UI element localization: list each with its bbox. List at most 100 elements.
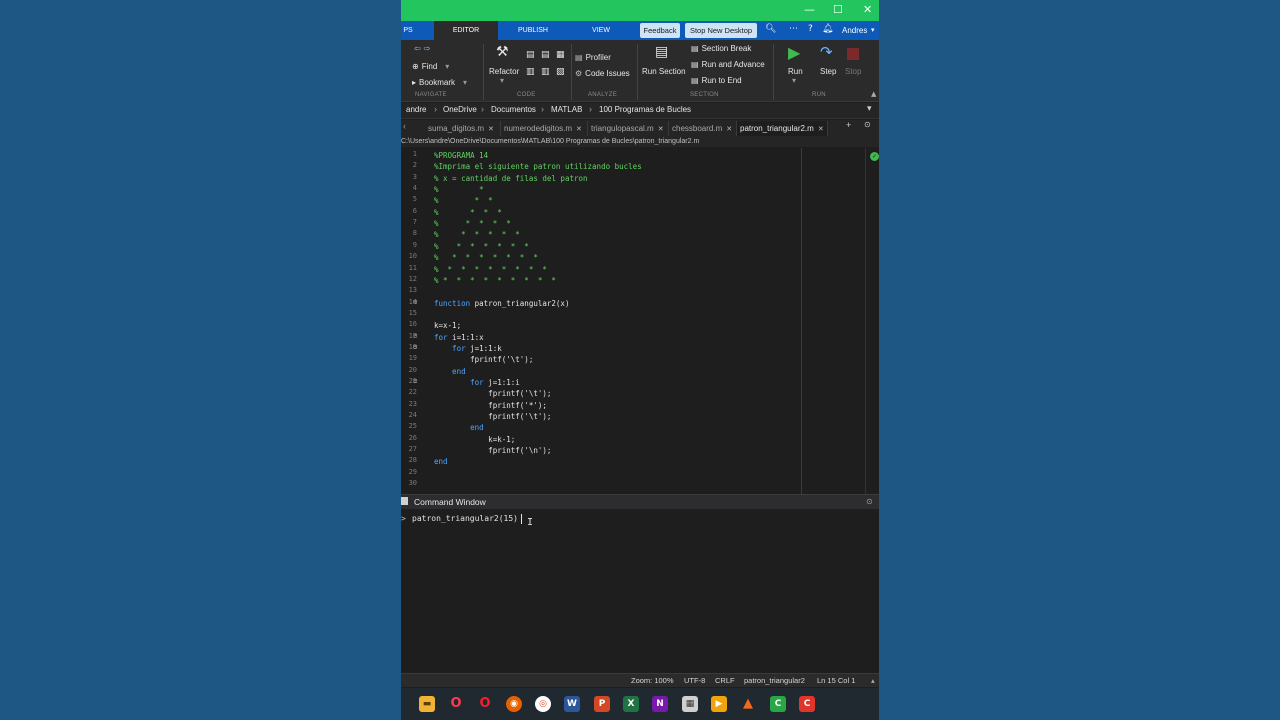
refactor-button[interactable]: Refactor: [489, 67, 519, 76]
more-options-icon[interactable]: ⋯: [789, 24, 798, 34]
stop-button[interactable]: Stop: [845, 67, 861, 76]
firefox-icon[interactable]: ◉: [506, 696, 522, 712]
status-options-icon[interactable]: ▴: [871, 676, 875, 685]
code-line[interactable]: %PROGRAMA 14: [434, 150, 488, 161]
command-window[interactable]: > patron_triangular2(15) I: [401, 510, 879, 673]
chevron-down-icon[interactable]: ▾: [871, 26, 875, 34]
close-icon[interactable]: ✕: [576, 125, 582, 133]
close-icon[interactable]: ✕: [658, 125, 664, 133]
code-line[interactable]: fprintf('\t');: [434, 388, 551, 399]
calculator-icon[interactable]: ▦: [682, 696, 698, 712]
fold-toggle-icon[interactable]: ⊟: [413, 377, 417, 385]
code-line[interactable]: % *: [434, 184, 484, 195]
indent-icon[interactable]: ▥: [526, 67, 535, 77]
find-button[interactable]: ⊕ Find ▾: [412, 62, 449, 71]
breadcrumb-onedrive[interactable]: OneDrive: [443, 105, 477, 114]
close-button[interactable]: ✕: [863, 3, 872, 16]
profiler-button[interactable]: ▤ Profiler: [575, 53, 611, 62]
code-line[interactable]: % * * * * * * *: [434, 252, 538, 263]
onenote-icon[interactable]: N: [652, 696, 668, 712]
file-tab[interactable]: suma_digitos.m ✕: [425, 121, 501, 136]
search-icon[interactable]: 🔍︎: [765, 24, 776, 34]
collapse-ribbon-icon[interactable]: ▲: [871, 90, 876, 98]
section-break-button[interactable]: ▤ Section Break: [691, 44, 751, 53]
vertical-scrollbar[interactable]: [865, 148, 866, 494]
code-editor[interactable]: 1 2 3 4 5 6 7 8 9 10 11 12 13 14 ⊟ 15 16 17 ⊟ 18 ⊟ 19 20 21 ⊟ 22 2…: [401, 148, 879, 494]
back-forward-arrows[interactable]: ⇦ ⇨: [414, 44, 433, 53]
run-to-end-button[interactable]: ▤ Run to End: [691, 76, 742, 85]
address-dropdown-icon[interactable]: ▾: [867, 103, 872, 114]
breadcrumb-folder[interactable]: 100 Programas de Bucles: [599, 105, 691, 114]
code-line[interactable]: for i=1:1:x: [434, 332, 484, 343]
code-line[interactable]: end: [434, 366, 466, 377]
run-button[interactable]: Run: [788, 67, 803, 76]
panel-options-icon[interactable]: ⊙: [866, 497, 873, 506]
minimize-button[interactable]: —: [804, 3, 815, 16]
excel-icon[interactable]: X: [623, 696, 639, 712]
code-line[interactable]: for j=1:1:i: [434, 377, 520, 388]
recorder-icon[interactable]: C: [799, 696, 815, 712]
code-line[interactable]: % * * * *: [434, 218, 511, 229]
maximize-button[interactable]: ☐: [833, 3, 843, 16]
encoding[interactable]: UTF-8: [684, 676, 705, 685]
user-menu[interactable]: Andres: [842, 26, 867, 35]
code-line[interactable]: k=k-1;: [434, 434, 515, 445]
breadcrumb-matlab[interactable]: MATLAB: [551, 105, 582, 114]
stop-new-desktop-button[interactable]: Stop New Desktop: [685, 23, 757, 38]
code-line[interactable]: % * * * * * *: [434, 241, 529, 252]
code-line[interactable]: % * * * * * * * *: [434, 264, 547, 275]
code-line[interactable]: % * * * * * * * * *: [434, 275, 556, 286]
code-line[interactable]: function patron_triangular2(x): [434, 298, 569, 309]
file-tab[interactable]: triangulopascal.m ✕: [588, 121, 669, 136]
close-icon[interactable]: ✕: [726, 125, 732, 133]
matlab-icon[interactable]: ▲: [740, 696, 756, 712]
code-issues-button[interactable]: ⚙ Code Issues: [575, 69, 630, 78]
code-line[interactable]: fprintf('\t');: [434, 411, 551, 422]
close-icon[interactable]: ✕: [488, 125, 494, 133]
code-line[interactable]: fprintf('*');: [434, 400, 547, 411]
tab-apps[interactable]: PS: [401, 21, 415, 40]
tab-publish[interactable]: PUBLISH: [501, 21, 565, 40]
code-line[interactable]: k=x-1;: [434, 320, 461, 331]
scroll-tabs-left-icon[interactable]: ‹: [403, 121, 406, 131]
smart-indent-icon[interactable]: ▥: [541, 67, 550, 77]
line-endings[interactable]: CRLF: [715, 676, 735, 685]
code-line[interactable]: fprintf('\n');: [434, 445, 551, 456]
code-line[interactable]: % * *: [434, 195, 493, 206]
notification-bell-icon[interactable]: 🔔︎: [822, 24, 833, 34]
camtasia-icon[interactable]: C: [770, 696, 786, 712]
opera-icon[interactable]: O: [477, 696, 493, 712]
files-icon[interactable]: ▬: [419, 696, 435, 712]
tab-options-icon[interactable]: ⊙: [864, 120, 871, 129]
code-line[interactable]: end: [434, 422, 484, 433]
word-icon[interactable]: W: [564, 696, 580, 712]
fold-toggle-icon[interactable]: ⊟: [413, 298, 417, 306]
zoom-level[interactable]: Zoom: 100%: [631, 676, 674, 685]
uncomment-icon[interactable]: ▤: [541, 50, 550, 60]
tab-view[interactable]: VIEW: [569, 21, 633, 40]
code-line[interactable]: % * * *: [434, 207, 502, 218]
file-tab[interactable]: chessboard.m ✕: [669, 121, 737, 136]
comment-icon[interactable]: ▤: [526, 50, 535, 60]
media-player-icon[interactable]: ▶: [711, 696, 727, 712]
file-tab[interactable]: numerodedigitos.m ✕: [501, 121, 588, 136]
step-button[interactable]: Step: [820, 67, 836, 76]
breadcrumb-documentos[interactable]: Documentos: [491, 105, 536, 114]
code-line[interactable]: %Imprima el siguiente patron utilizando …: [434, 161, 642, 172]
fold-toggle-icon[interactable]: ⊟: [413, 343, 417, 351]
run-section-button[interactable]: Run Section: [642, 67, 686, 76]
opera-gx-icon[interactable]: O: [448, 696, 464, 712]
code-line[interactable]: % * * * * *: [434, 229, 520, 240]
outdent-icon[interactable]: ▧: [556, 67, 565, 77]
tab-editor[interactable]: EDITOR: [434, 21, 498, 40]
file-tab-active[interactable]: patron_triangular2.m ✕: [737, 121, 828, 136]
feedback-button[interactable]: Feedback: [640, 23, 680, 38]
fold-toggle-icon[interactable]: ⊟: [413, 332, 417, 340]
chrome-icon[interactable]: ◎: [535, 696, 551, 712]
code-line[interactable]: end: [434, 456, 448, 467]
code-area[interactable]: %PROGRAMA 14 %Imprima el siguiente patron…: [434, 148, 794, 494]
help-icon[interactable]: ?: [808, 24, 813, 34]
run-and-advance-button[interactable]: ▤ Run and Advance: [691, 60, 765, 69]
breadcrumb-andre[interactable]: andre: [406, 105, 426, 114]
code-line[interactable]: % x = cantidad de filas del patron: [434, 173, 588, 184]
